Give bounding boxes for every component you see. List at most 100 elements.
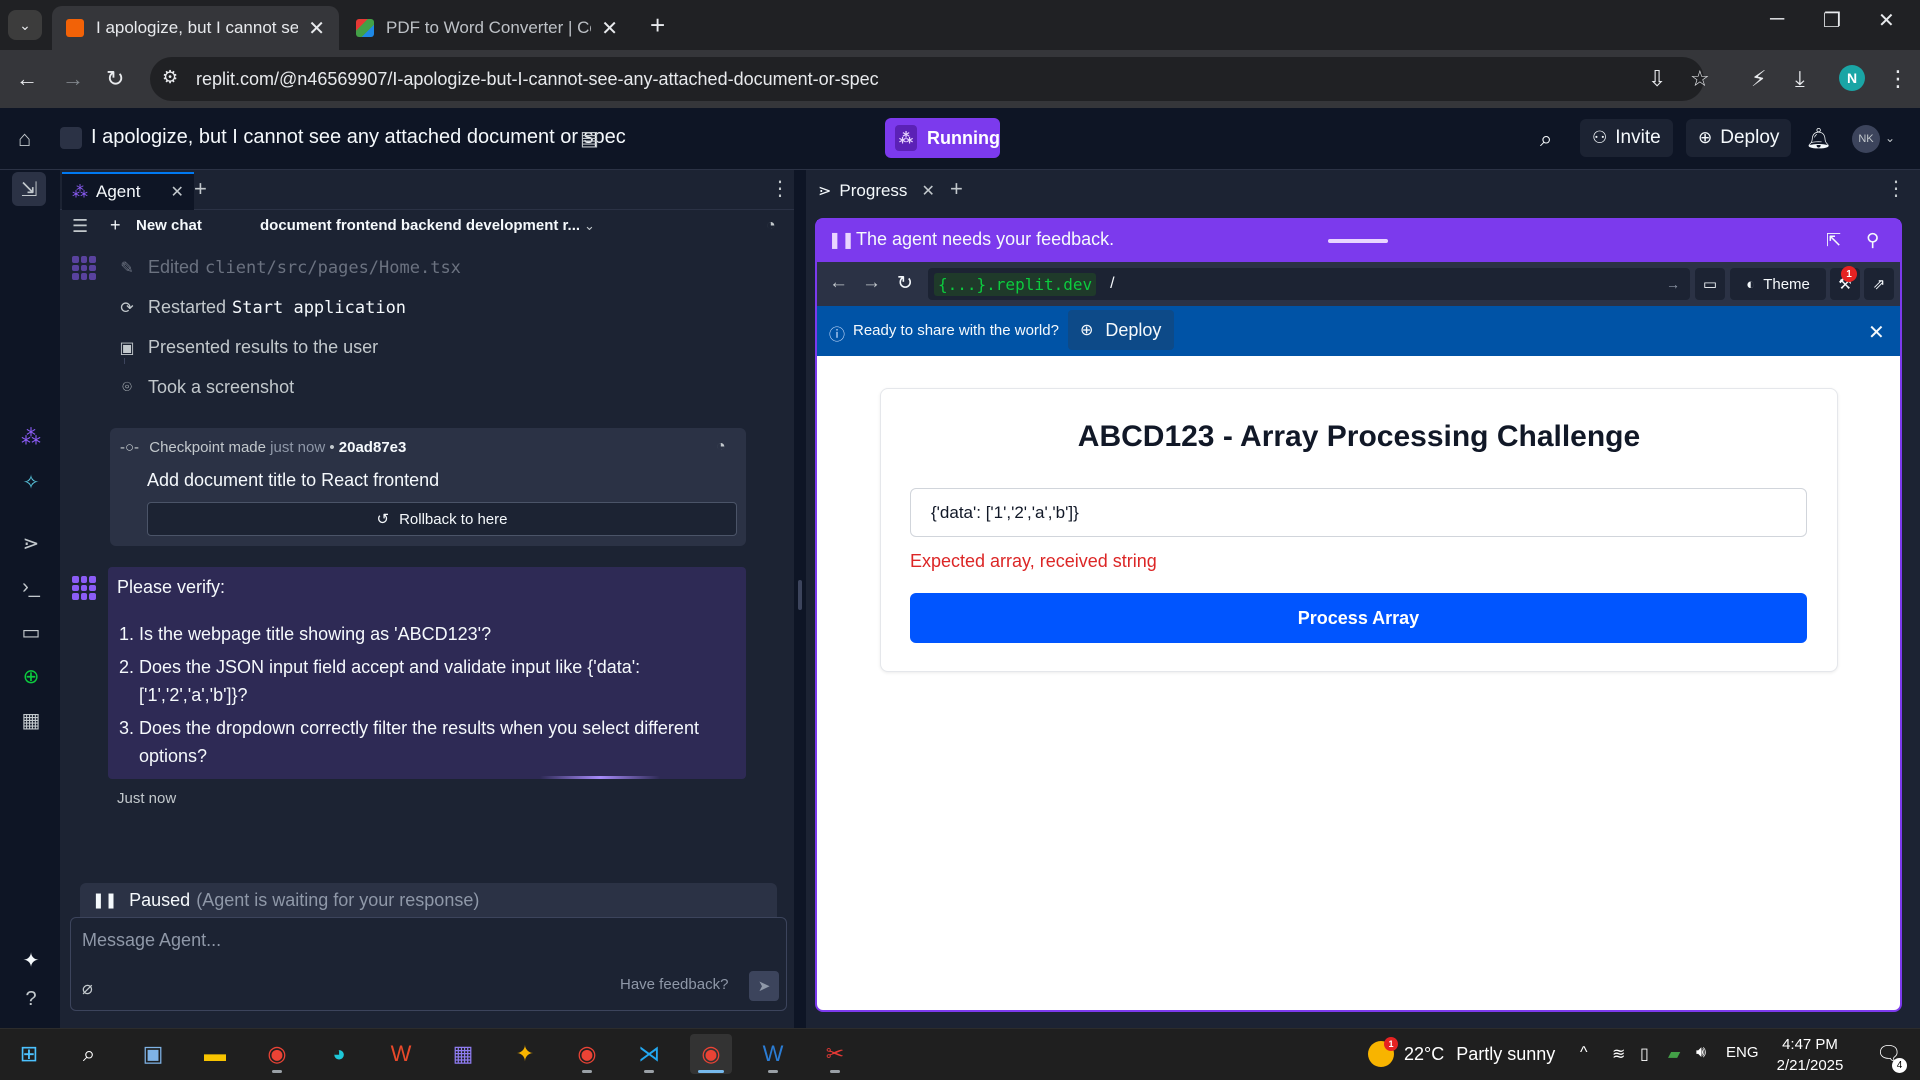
- share-deploy-button[interactable]: ⊕ Deploy: [1068, 310, 1174, 350]
- pane-resize-handle[interactable]: [798, 580, 802, 610]
- chat-history-icon[interactable]: ☰: [72, 216, 88, 237]
- app-icon[interactable]: ✦: [504, 1034, 546, 1074]
- start-windows-icon[interactable]: ⊞: [8, 1034, 50, 1074]
- deploy-button[interactable]: ⊕ Deploy: [1686, 119, 1792, 157]
- tab-close-icon[interactable]: ✕: [308, 16, 325, 41]
- user-avatar[interactable]: NK: [1852, 125, 1880, 153]
- webview-tool-icon[interactable]: ▭: [18, 620, 44, 645]
- progress-tool-icon[interactable]: ⋗: [18, 531, 44, 556]
- reload-icon[interactable]: ↻: [106, 66, 124, 92]
- add-tab-plus-icon[interactable]: +: [950, 176, 963, 202]
- chrome-icon[interactable]: ◉: [256, 1034, 298, 1074]
- back-arrow-icon[interactable]: ←: [829, 272, 848, 294]
- profile-avatar[interactable]: N: [1839, 65, 1865, 91]
- snipping-tool-icon[interactable]: ✂: [814, 1034, 856, 1074]
- repl-title[interactable]: I apologize, but I cannot see any attach…: [91, 126, 626, 149]
- restore-icon[interactable]: ❐: [1823, 8, 1841, 33]
- word-icon[interactable]: W: [752, 1034, 794, 1074]
- chrome-profile-icon[interactable]: ◉: [566, 1034, 608, 1074]
- checkpoint-gauge-icon[interactable]: ◔: [716, 438, 726, 456]
- pane-menu-icon[interactable]: ⋮: [1886, 176, 1906, 201]
- tab-close-icon[interactable]: ✕: [601, 16, 618, 41]
- attach-icon[interactable]: ⌀: [82, 978, 93, 999]
- wifi-icon[interactable]: ≋: [1612, 1044, 1625, 1064]
- install-app-icon[interactable]: ⇩: [1648, 66, 1666, 92]
- home-icon[interactable]: ⌂: [18, 126, 31, 152]
- task-view-icon[interactable]: ▣: [132, 1034, 174, 1074]
- go-arrow-icon[interactable]: →: [1666, 276, 1680, 292]
- webview-url-bar[interactable]: {...}.replit.dev / →: [928, 268, 1690, 300]
- new-chat-button[interactable]: New chat: [136, 217, 202, 234]
- minimize-icon[interactable]: ─: [1770, 8, 1784, 31]
- clock[interactable]: 4:47 PM 2/21/2025: [1775, 1034, 1845, 1076]
- all-tools-icon[interactable]: ▦: [18, 708, 44, 733]
- browser-tab-active[interactable]: I apologize, but I cannot see an ✕: [52, 6, 339, 50]
- message-input[interactable]: [82, 925, 772, 955]
- add-tab-plus-icon[interactable]: +: [194, 176, 207, 202]
- repl-info-icon[interactable]: ▤: [580, 126, 599, 151]
- help-icon[interactable]: ?: [18, 988, 44, 1011]
- checkpoint-hash[interactable]: 20ad87e3: [339, 439, 407, 456]
- address-bar[interactable]: replit.com/@n46569907/I-apologize-but-I-…: [150, 57, 1704, 101]
- rollback-button[interactable]: ↺ Rollback to here: [147, 502, 737, 536]
- shell-tool-icon[interactable]: ›_: [18, 576, 44, 599]
- deployments-tool-icon[interactable]: ⊕: [18, 664, 44, 689]
- bell-icon[interactable]: 🔔︎: [1806, 126, 1831, 151]
- reload-icon[interactable]: ↻: [897, 272, 913, 295]
- tab-progress[interactable]: ⋗ Progress ✕: [808, 172, 945, 210]
- extension-icon[interactable]: ⚡: [1751, 66, 1766, 92]
- pin-icon[interactable]: ⚲: [1866, 230, 1879, 251]
- forward-arrow-icon[interactable]: →: [862, 272, 881, 294]
- bookmark-star-icon[interactable]: ☆: [1690, 66, 1710, 92]
- open-new-tab-icon[interactable]: ⇗: [1864, 268, 1894, 300]
- devices-icon[interactable]: ▭: [1695, 268, 1725, 300]
- tab-close-icon[interactable]: ✕: [921, 181, 934, 201]
- invite-button[interactable]: ⚇ Invite: [1580, 119, 1673, 157]
- json-input[interactable]: [910, 488, 1807, 537]
- show-hidden-icons[interactable]: ^: [1580, 1044, 1588, 1062]
- process-array-button[interactable]: Process Array: [910, 593, 1807, 643]
- close-banner-icon[interactable]: ✕: [1868, 320, 1885, 345]
- browser-tab[interactable]: PDF to Word Converter | Conve ✕: [342, 6, 632, 50]
- pane-menu-icon[interactable]: ⋮: [770, 176, 790, 201]
- language-indicator[interactable]: ENG: [1726, 1044, 1759, 1061]
- forward-arrow-icon[interactable]: →: [62, 66, 84, 92]
- chrome-active-icon[interactable]: ◉: [690, 1034, 732, 1074]
- agent-tool-icon[interactable]: ⁂: [18, 425, 44, 450]
- window-close-icon[interactable]: ✕: [1878, 8, 1895, 33]
- assistant-tool-icon[interactable]: ✧: [18, 470, 44, 495]
- sparkle-icon[interactable]: ✦: [18, 948, 44, 973]
- pop-out-icon[interactable]: ⇱: [1826, 230, 1841, 251]
- battery-icon[interactable]: ▰: [1668, 1044, 1680, 1064]
- theme-button[interactable]: ◐ Theme: [1730, 268, 1826, 300]
- edge-icon[interactable]: ◕: [318, 1034, 360, 1074]
- files-toggle-icon[interactable]: ⇲: [12, 172, 46, 206]
- chat-title[interactable]: document frontend backend development r.…: [260, 217, 580, 234]
- file-explorer-icon[interactable]: ▬: [194, 1034, 236, 1074]
- chevron-down-icon[interactable]: ⌄: [1885, 131, 1895, 145]
- battery-saver-icon[interactable]: ▯: [1640, 1044, 1649, 1064]
- new-tab-plus-icon[interactable]: +: [650, 10, 665, 41]
- chevron-down-icon[interactable]: ⌄: [584, 218, 595, 234]
- site-settings-icon[interactable]: ⚙: [162, 67, 178, 88]
- drag-handle[interactable]: [1328, 239, 1388, 243]
- back-arrow-icon[interactable]: ←: [16, 66, 38, 92]
- weather-badge: 1: [1384, 1037, 1398, 1051]
- rollback-label: Rollback to here: [399, 510, 508, 528]
- vscode-icon[interactable]: ⋊: [628, 1034, 670, 1074]
- calculator-icon[interactable]: ▦: [442, 1034, 484, 1074]
- browser-menu-icon[interactable]: ⋮: [1887, 66, 1909, 92]
- search-icon[interactable]: ⌕: [1540, 126, 1552, 152]
- tab-agent[interactable]: ⁂ Agent ✕: [62, 172, 194, 210]
- run-button[interactable]: ⁂ Running: [885, 118, 1000, 158]
- tab-close-icon[interactable]: ✕: [170, 182, 183, 202]
- volume-icon[interactable]: 🔊︎: [1696, 1044, 1706, 1062]
- wps-office-icon[interactable]: W: [380, 1034, 422, 1074]
- feedback-link[interactable]: Have feedback?: [620, 976, 728, 993]
- weather-widget[interactable]: 1 22°C Partly sunny: [1368, 1037, 1555, 1067]
- usage-gauge-icon[interactable]: ◔: [766, 217, 776, 235]
- send-icon[interactable]: ➤: [749, 971, 779, 1001]
- search-icon[interactable]: ⌕: [68, 1034, 110, 1074]
- tab-search-button[interactable]: ⌄: [8, 10, 42, 40]
- download-icon[interactable]: ⤓: [1795, 66, 1805, 92]
